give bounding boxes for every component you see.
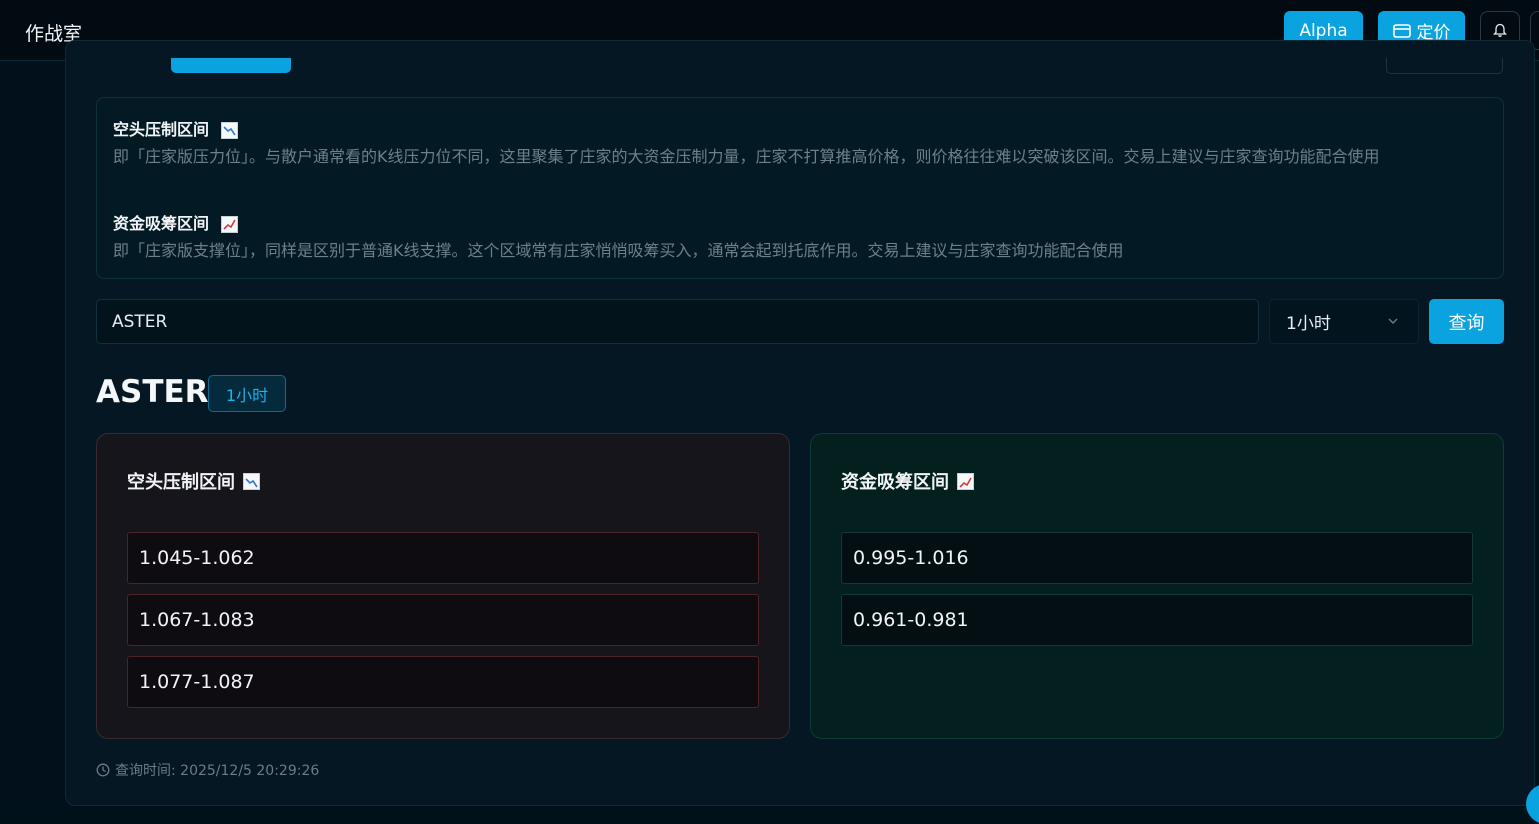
- short-card-title: 空头压制区间: [127, 468, 260, 494]
- symbol-input[interactable]: ASTER: [96, 299, 1259, 344]
- chart-increasing-icon: [220, 216, 238, 233]
- info-long-desc: 即「庄家版支撑位」，同样是区别于普通K线支撑。这个区域常有庄家悄悄吸筹买入，通常…: [113, 241, 1124, 260]
- timeframe-value: 1小时: [1286, 314, 1331, 334]
- long-card-title-text: 资金吸筹区间: [841, 472, 949, 493]
- partially-hidden-control[interactable]: [1386, 58, 1503, 74]
- bell-icon: [1493, 23, 1507, 37]
- long-card-title: 资金吸筹区间: [841, 468, 974, 494]
- chart-decreasing-icon: [243, 472, 260, 490]
- short-zone-3: 1.077-1.087: [127, 656, 759, 708]
- result-timeframe-badge: 1小时: [208, 375, 286, 412]
- partially-hidden-tag: [171, 58, 291, 73]
- chevron-down-icon: [1388, 318, 1398, 324]
- result-symbol: ASTER: [96, 374, 209, 410]
- long-zone-1: 0.995-1.016: [841, 532, 1473, 584]
- chart-increasing-icon: [957, 472, 974, 490]
- side-gutter: [0, 61, 66, 806]
- chart-decreasing-icon: [220, 122, 238, 139]
- info-short-desc: 即「庄家版压力位」。与散户通常看的K线压力位不同，这里聚集了庄家的大资金压制力量…: [113, 147, 1380, 166]
- info-short-title: 空头压制区间: [113, 116, 238, 140]
- query-time-text: 查询时间: 2025/12/5 20:29:26: [115, 763, 320, 779]
- short-zone-2: 1.067-1.083: [127, 594, 759, 646]
- info-long-title: 资金吸筹区间: [113, 210, 238, 234]
- info-long-title-text: 资金吸筹区间: [113, 214, 210, 233]
- short-zone-1: 1.045-1.062: [127, 532, 759, 584]
- short-card-title-text: 空头压制区间: [127, 472, 235, 493]
- accumulation-card: 资金吸筹区间 0.995-1.016 0.961-0.981: [810, 433, 1504, 739]
- clock-icon: [96, 763, 110, 777]
- query-timestamp: 查询时间: 2025/12/5 20:29:26: [96, 760, 319, 780]
- info-box: 空头压制区间 即「庄家版压力位」。与散户通常看的K线压力位不同，这里聚集了庄家的…: [96, 97, 1504, 279]
- long-zone-2: 0.961-0.981: [841, 594, 1473, 646]
- timeframe-select[interactable]: 1小时: [1269, 299, 1419, 344]
- card-icon: [1392, 23, 1411, 38]
- short-suppression-card: 空头压制区间 1.045-1.062 1.067-1.083 1.077-1.0…: [96, 433, 790, 739]
- partially-hidden-heading: [96, 40, 166, 64]
- query-button[interactable]: 查询: [1429, 299, 1504, 344]
- info-short-title-text: 空头压制区间: [113, 120, 210, 139]
